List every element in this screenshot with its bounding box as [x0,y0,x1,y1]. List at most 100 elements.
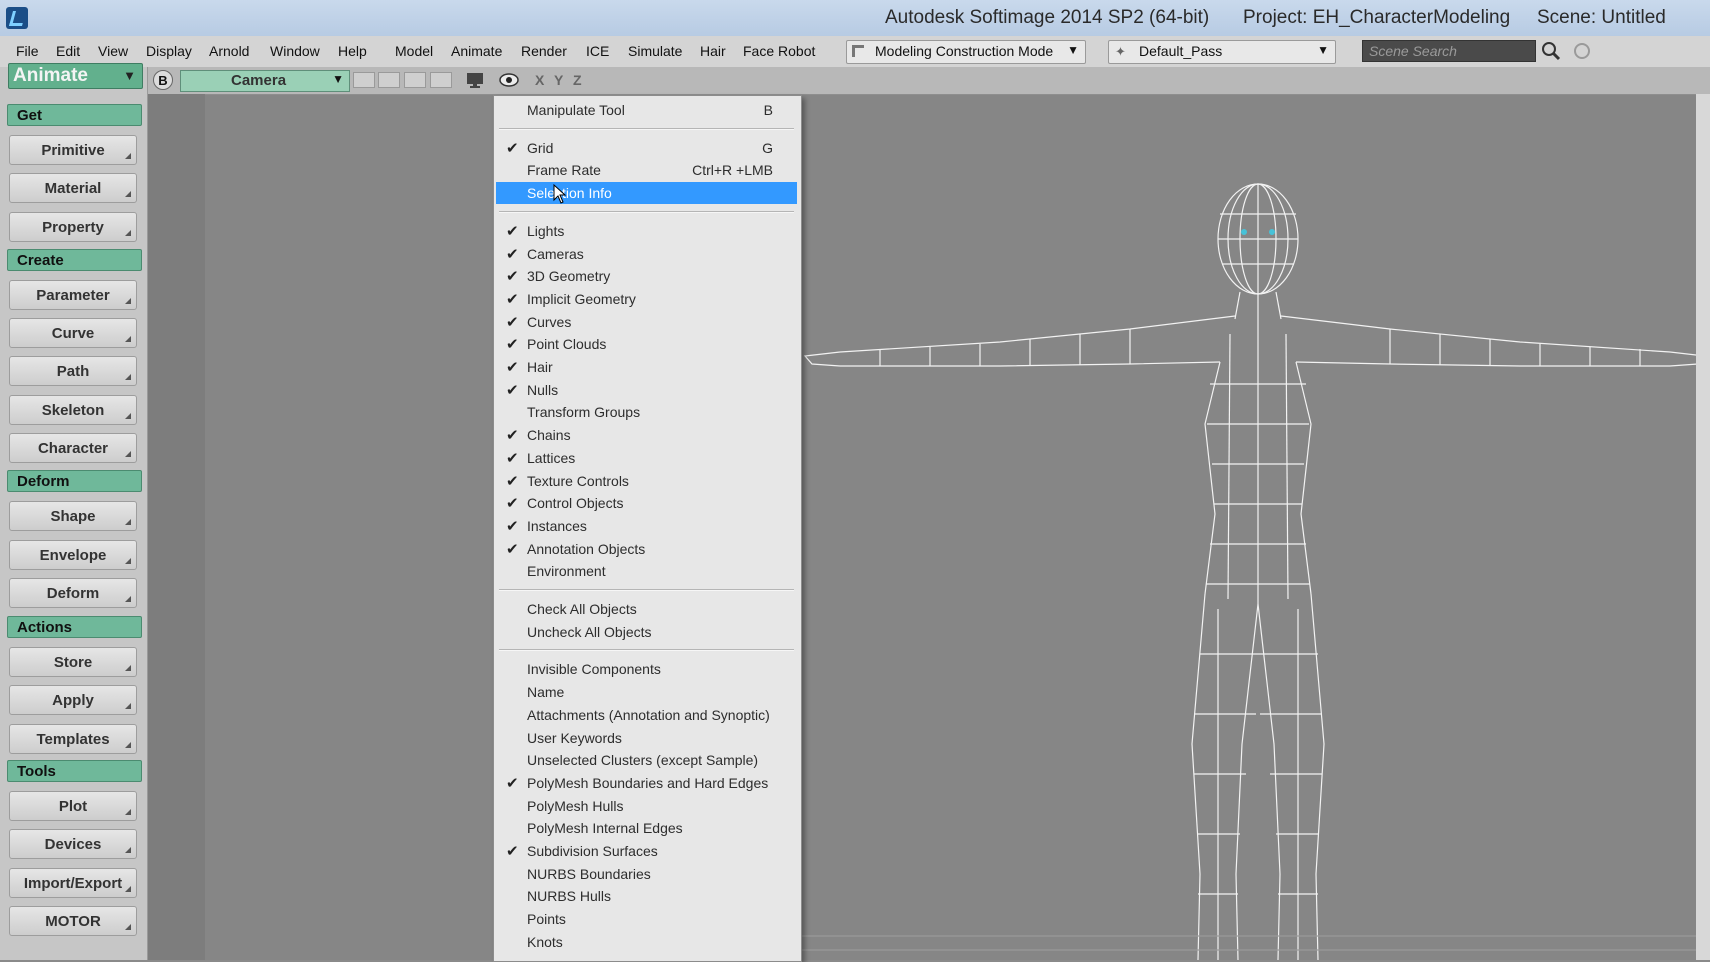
axis-x-label[interactable]: X [535,72,544,88]
menu-simulate[interactable]: Simulate [628,43,682,59]
viewport-side-strip [148,94,205,960]
menu-item-label: NURBS Hulls [527,888,612,905]
section-create[interactable]: Create [7,249,142,271]
menu-item-instances[interactable]: ✔ Instances [496,515,797,537]
construction-mode-select[interactable]: Modeling Construction Mode ▼ [846,40,1086,64]
menu-item-check-all-objects[interactable]: Check All Objects [496,598,797,620]
menu-item-environment[interactable]: Environment [496,560,797,582]
refresh-icon[interactable] [1572,41,1592,61]
motor-button[interactable]: MOTOR [9,906,137,936]
menu-animate[interactable]: Animate [451,43,502,59]
menu-item-knots[interactable]: Knots [496,931,797,953]
menu-item-lights[interactable]: ✔ Lights [496,220,797,242]
menu-face-robot[interactable]: Face Robot [743,43,815,59]
path-button[interactable]: Path [9,356,137,386]
menu-item-cameras[interactable]: ✔ Cameras [496,243,797,265]
plot-button[interactable]: Plot [9,791,137,821]
section-deform[interactable]: Deform [7,470,142,492]
submenu-corner-icon [125,665,131,671]
viewport-toggle-3[interactable] [404,72,426,88]
character-button[interactable]: Character [9,433,137,463]
menu-item-polymesh-hulls[interactable]: PolyMesh Hulls [496,795,797,817]
menu-item-invisible-components[interactable]: Invisible Components [496,658,797,680]
menu-item-attachments-annotation-and-synoptic[interactable]: Attachments (Annotation and Synoptic) [496,704,797,726]
apply-button[interactable]: Apply [9,685,137,715]
templates-button[interactable]: Templates [9,724,137,754]
envelope-button[interactable]: Envelope [9,540,137,570]
menu-view[interactable]: View [98,43,128,59]
menu-item-hair[interactable]: ✔ Hair [496,356,797,378]
button-label: Shape [50,508,96,525]
menu-ice[interactable]: ICE [586,43,609,59]
viewport-toggle-1[interactable] [353,72,375,88]
menu-item-curves[interactable]: ✔ Curves [496,311,797,333]
checkmark-icon: ✔ [506,245,519,263]
menu-item-polymesh-internal-edges[interactable]: PolyMesh Internal Edges [496,817,797,839]
material-button[interactable]: Material [9,173,137,203]
menu-arnold[interactable]: Arnold [209,43,249,59]
menu-item-user-keywords[interactable]: User Keywords [496,727,797,749]
viewport-toggle-4[interactable] [430,72,452,88]
menu-item-texture-controls[interactable]: ✔ Texture Controls [496,470,797,492]
pass-select[interactable]: ✦ Default_Pass ▼ [1108,40,1336,64]
menu-edit[interactable]: Edit [56,43,80,59]
toolbar-mode-select[interactable]: Animate ▼ [8,63,143,89]
section-actions[interactable]: Actions [7,616,142,638]
store-button[interactable]: Store [9,647,137,677]
shape-button[interactable]: Shape [9,501,137,531]
viewport-toggle-2[interactable] [378,72,400,88]
section-get[interactable]: Get [7,104,142,126]
primitive-button[interactable]: Primitive [9,135,137,165]
menu-item-3d-geometry[interactable]: ✔ 3D Geometry [496,265,797,287]
menu-item-selection-info[interactable]: Selection Info [496,182,797,205]
menu-item-nulls[interactable]: ✔ Nulls [496,379,797,401]
menu-item-chains[interactable]: ✔ Chains [496,424,797,446]
menu-item-control-objects[interactable]: ✔ Control Objects [496,492,797,514]
deform-button[interactable]: Deform [9,578,137,608]
menu-item-annotation-objects[interactable]: ✔ Annotation Objects [496,538,797,560]
menu-item-point-clouds[interactable]: ✔ Point Clouds [496,333,797,355]
menu-item-polymesh-boundaries-and-hard-edges[interactable]: ✔ PolyMesh Boundaries and Hard Edges [496,772,797,794]
import-export-button[interactable]: Import/Export [9,868,137,898]
menu-item-implicit-geometry[interactable]: ✔ Implicit Geometry [496,288,797,310]
menu-item-name[interactable]: Name [496,681,797,703]
eye-icon[interactable] [498,71,520,92]
menu-file[interactable]: File [16,43,39,59]
display-dropdown-menu: Manipulate Tool B ✔ Grid G Frame Rate Ctrl+R +… [493,95,802,962]
skeleton-button[interactable]: Skeleton [9,395,137,425]
menu-item-label: Texture Controls [527,472,629,489]
menu-item-label: Transform Groups [527,404,641,421]
menu-item-uncheck-all-objects[interactable]: Uncheck All Objects [496,621,797,643]
menu-item-nurbs-hulls[interactable]: NURBS Hulls [496,885,797,907]
menu-item-transform-groups[interactable]: Transform Groups [496,401,797,423]
scene-search-input[interactable]: Scene Search [1362,40,1536,62]
menu-help[interactable]: Help [338,43,367,59]
menu-item-nurbs-boundaries[interactable]: NURBS Boundaries [496,863,797,885]
menu-model[interactable]: Model [395,43,433,59]
menu-item-frame-rate[interactable]: Frame Rate Ctrl+R +LMB [496,159,797,181]
menu-item-grid[interactable]: ✔ Grid G [496,137,797,159]
checkmark-icon: ✔ [506,268,519,286]
checkmark-icon: ✔ [506,495,519,513]
menu-window[interactable]: Window [270,43,320,59]
camera-select[interactable]: Camera ▼ [180,70,350,92]
menu-item-lattices[interactable]: ✔ Lattices [496,447,797,469]
search-icon[interactable] [1541,41,1561,61]
menu-item-subdivision-surfaces[interactable]: ✔ Subdivision Surfaces [496,840,797,862]
axis-z-label[interactable]: Z [573,72,582,88]
parameter-button[interactable]: Parameter [9,280,137,310]
property-button[interactable]: Property [9,212,137,242]
section-tools[interactable]: Tools [7,760,142,782]
viewport-b-button[interactable]: B [153,70,173,90]
monitor-icon[interactable] [465,71,487,92]
menu-display[interactable]: Display [146,43,192,59]
menu-item-points[interactable]: Points [496,908,797,930]
devices-button[interactable]: Devices [9,829,137,859]
menu-hair[interactable]: Hair [700,43,726,59]
menu-render[interactable]: Render [521,43,567,59]
curve-button[interactable]: Curve [9,318,137,348]
axis-y-label[interactable]: Y [554,72,563,88]
menu-item-manipulate-tool[interactable]: Manipulate Tool B [496,99,797,121]
character-wireframe[interactable] [800,94,1696,960]
menu-item-unselected-clusters-except-sample[interactable]: Unselected Clusters (except Sample) [496,749,797,771]
